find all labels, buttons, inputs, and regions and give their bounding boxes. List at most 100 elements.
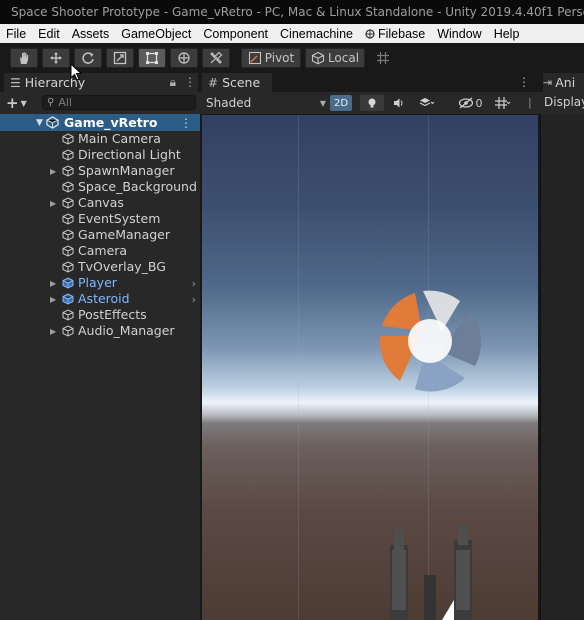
menu-cinemachine[interactable]: Cinemachine: [274, 27, 359, 41]
scene-root-row[interactable]: ▼ Game_vRetro ⋮: [0, 114, 200, 131]
gameobject-cube-icon: [62, 325, 74, 337]
speaker-icon: [394, 98, 403, 108]
caret-down-icon: ▼: [20, 98, 27, 108]
gameobject-cube-icon: [62, 181, 74, 193]
tab-scene[interactable]: # Scene: [202, 73, 272, 92]
hierarchy-item-label: EventSystem: [78, 211, 161, 226]
gameobject-cube-icon: [62, 197, 74, 209]
hierarchy-toolbar: + ▼ ⚲ All: [0, 92, 200, 114]
open-prefab-chevron-icon[interactable]: ›: [192, 277, 196, 290]
draw-mode-dropdown[interactable]: Shaded ▼: [206, 95, 326, 111]
expand-arrow-icon[interactable]: ▶: [50, 279, 56, 288]
expand-arrow-icon[interactable]: ▶: [50, 295, 56, 304]
scene-viewport[interactable]: [202, 115, 538, 620]
custom-tool-button[interactable]: [202, 48, 230, 68]
hand-tool-button[interactable]: [10, 48, 38, 68]
menu-edit[interactable]: Edit: [32, 27, 66, 41]
local-label: Local: [327, 51, 360, 65]
menu-bar: File Edit Assets GameObject Component Ci…: [0, 24, 584, 43]
tab-scene-label: Scene: [222, 75, 261, 90]
scene-toolbar: Shaded ▼ 2D 0 |: [200, 92, 540, 114]
hierarchy-item[interactable]: Directional Light: [0, 147, 200, 163]
menu-filebase[interactable]: Filebase: [359, 27, 431, 41]
kebab-menu-icon[interactable]: ⋮: [184, 75, 196, 90]
grid-icon: [377, 52, 389, 64]
hierarchy-item[interactable]: ▶ Player ›: [0, 275, 200, 291]
scene-tab-bar: # Scene ⋮: [200, 73, 540, 92]
hierarchy-item-label: SpawnManager: [78, 163, 175, 178]
rect-tool-button[interactable]: [138, 48, 166, 68]
menu-window[interactable]: Window: [431, 27, 487, 41]
scene-panel: # Scene ⋮ Shaded ▼ 2D 0 |: [200, 73, 540, 620]
grid-snap-button[interactable]: [372, 48, 394, 68]
menu-help[interactable]: Help: [488, 27, 526, 41]
create-button[interactable]: + ▼: [6, 94, 27, 112]
menu-component[interactable]: Component: [197, 27, 274, 41]
hierarchy-item[interactable]: Space_Background: [0, 179, 200, 195]
hierarchy-item[interactable]: GameManager: [0, 227, 200, 243]
hidden-objects-toggle[interactable]: 0: [454, 95, 486, 111]
transform-icon: [178, 52, 190, 64]
pivot-toggle[interactable]: Pivot: [241, 48, 301, 68]
open-prefab-chevron-icon[interactable]: ›: [192, 293, 196, 306]
scene-root-menu-icon[interactable]: ⋮: [180, 116, 192, 130]
hierarchy-tab-bar: ☰ Hierarchy 🔒︎ ⋮: [0, 73, 200, 92]
transform-tool-button[interactable]: [170, 48, 198, 68]
hierarchy-item[interactable]: EventSystem: [0, 211, 200, 227]
prefab-cube-icon: [62, 293, 74, 305]
unity-scene-icon: [46, 116, 59, 129]
expand-arrow-icon[interactable]: ▶: [50, 167, 56, 176]
2d-toggle[interactable]: 2D: [330, 95, 352, 111]
title-bar: Space Shooter Prototype - Game_vRetro - …: [0, 0, 584, 24]
hierarchy-item[interactable]: TvOverlay_BG: [0, 259, 200, 275]
hierarchy-item[interactable]: PostEffects: [0, 307, 200, 323]
effects-dropdown[interactable]: [414, 95, 440, 111]
hierarchy-item-label: Directional Light: [78, 147, 181, 162]
animation-panel: ⇥ Ani Display: [540, 73, 584, 620]
local-cube-icon: [311, 51, 324, 65]
move-icon: [50, 52, 62, 64]
tab-animation[interactable]: ⇥ Ani: [543, 73, 584, 92]
hierarchy-item-label: Player: [78, 275, 117, 290]
display-dropdown[interactable]: Display: [544, 95, 584, 109]
hierarchy-item-label: Space_Background: [78, 179, 197, 194]
hierarchy-search-input[interactable]: ⚲ All: [42, 95, 196, 110]
hierarchy-item[interactable]: Main Camera: [0, 131, 200, 147]
local-toggle[interactable]: Local: [305, 48, 365, 68]
menu-file[interactable]: File: [0, 27, 32, 41]
lock-icon[interactable]: 🔒︎: [170, 75, 176, 90]
search-icon: ⚲: [47, 97, 55, 108]
hierarchy-item[interactable]: Camera: [0, 243, 200, 259]
hierarchy-item[interactable]: ▶ Canvas: [0, 195, 200, 211]
menu-gameobject[interactable]: GameObject: [115, 27, 197, 41]
gameobject-cube-icon: [62, 261, 74, 273]
expand-arrow-icon[interactable]: ▼: [36, 118, 46, 128]
eye-slash-icon: [458, 97, 473, 109]
hierarchy-item-label: Camera: [78, 243, 128, 258]
expand-arrow-icon[interactable]: ▶: [50, 327, 56, 336]
scale-icon: [113, 51, 127, 65]
menu-filebase-label: Filebase: [377, 26, 426, 41]
hierarchy-item-label: GameManager: [78, 227, 171, 242]
scene-kebab-icon[interactable]: ⋮: [518, 75, 530, 89]
hierarchy-item-label: Main Camera: [78, 131, 161, 146]
hierarchy-item[interactable]: ▶ SpawnManager: [0, 163, 200, 179]
gameobject-cube-icon: [62, 133, 74, 145]
lighting-toggle[interactable]: [360, 95, 384, 111]
grid-visibility-dropdown[interactable]: [490, 95, 516, 111]
hierarchy-item[interactable]: ▶ Asteroid ›: [0, 291, 200, 307]
tab-animation-label: Ani: [555, 75, 576, 90]
hierarchy-item[interactable]: ▶ Audio_Manager: [0, 323, 200, 339]
list-icon: ☰: [10, 75, 21, 90]
move-tool-button[interactable]: [42, 48, 70, 68]
animation-icon: ⇥: [543, 76, 553, 89]
hierarchy-tab-actions: 🔒︎ ⋮: [170, 75, 196, 90]
gameobject-cube-icon: [62, 165, 74, 177]
hidden-count: 0: [475, 96, 483, 110]
menu-assets[interactable]: Assets: [66, 27, 116, 41]
expand-arrow-icon[interactable]: ▶: [50, 199, 56, 208]
pivot-label: Pivot: [264, 51, 295, 65]
scale-tool-button[interactable]: [106, 48, 134, 68]
hand-icon: [20, 52, 29, 64]
audio-toggle[interactable]: [388, 95, 410, 111]
